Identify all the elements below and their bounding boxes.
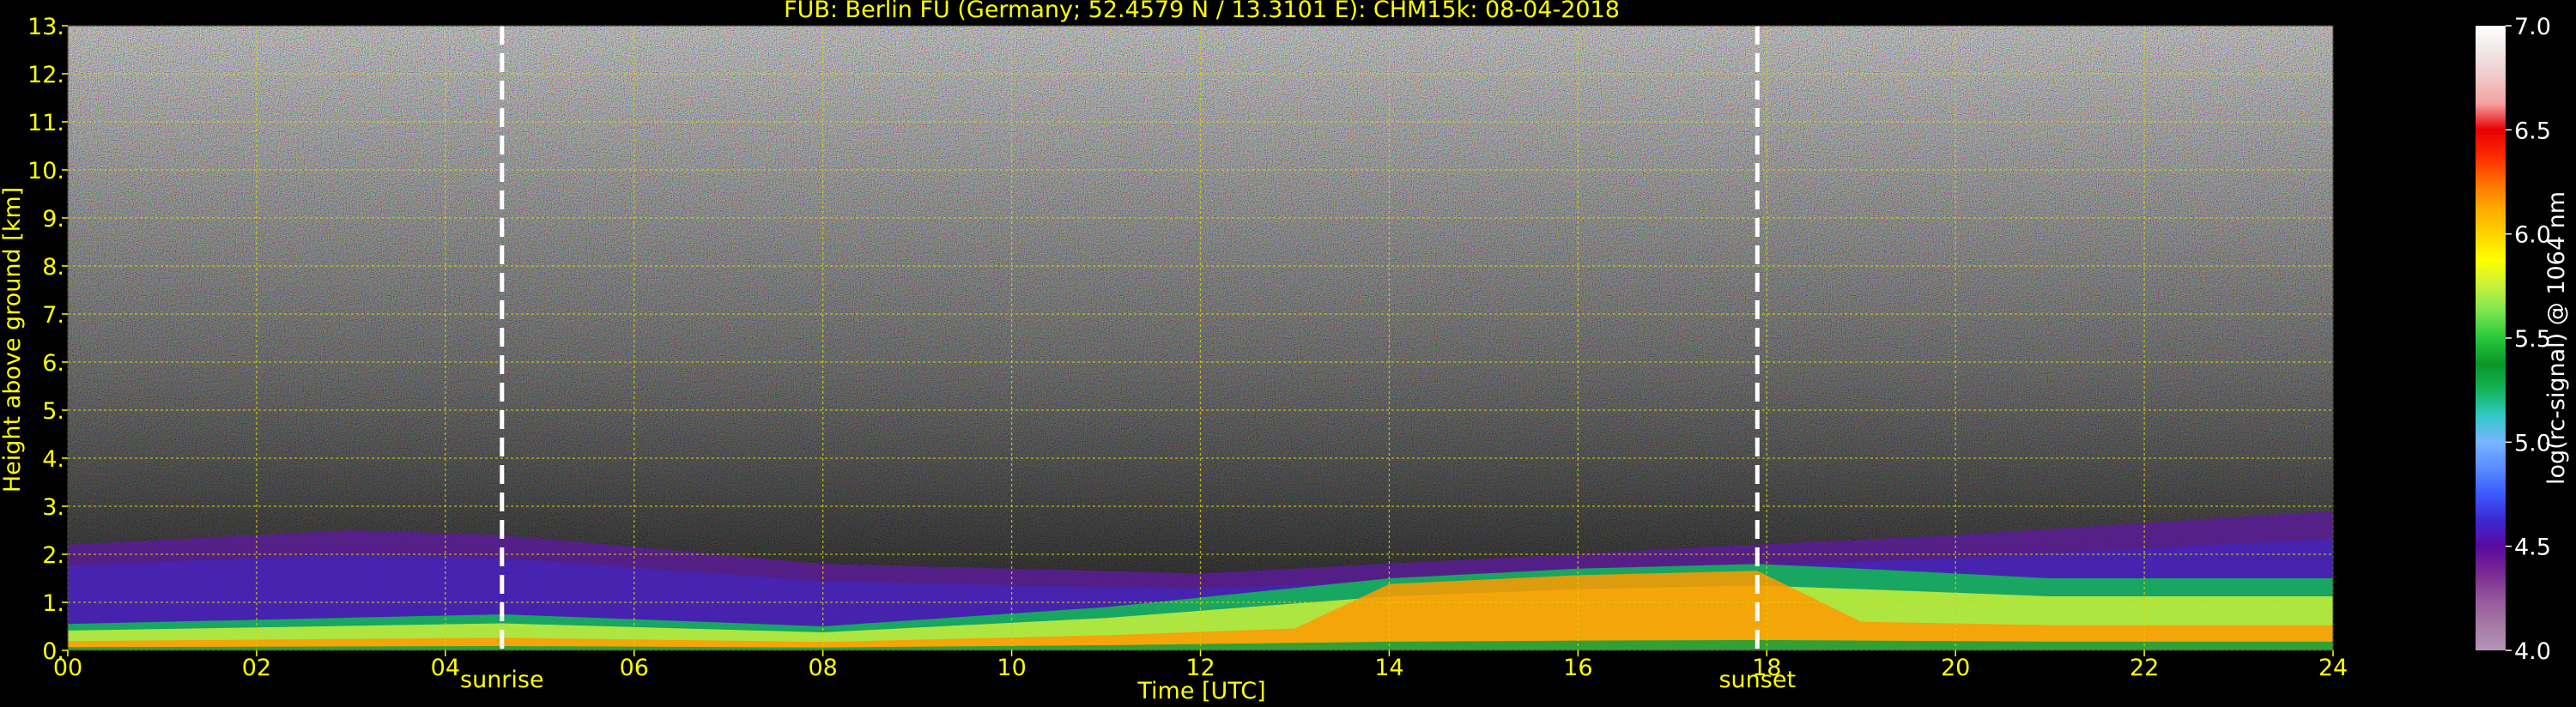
x-tick-label: 04 (431, 655, 460, 681)
colorbar-tick-label: 4.0 (2514, 638, 2551, 665)
y-tick-label: 12. (27, 62, 64, 88)
x-tick-label: 10 (997, 655, 1026, 681)
x-tick-label: 06 (620, 655, 649, 681)
x-tick-label: 16 (1563, 655, 1592, 681)
marker-label-sunrise: sunrise (460, 667, 544, 693)
y-tick-label: 5. (42, 398, 64, 425)
y-tick-label: 4. (42, 446, 64, 473)
x-tick-label: 08 (808, 655, 837, 681)
x-tick-label: 18 (1752, 655, 1781, 681)
y-tick-label: 13. (27, 14, 64, 40)
y-tick-label: 6. (42, 350, 64, 377)
y-tick-label: 1. (42, 590, 64, 617)
y-axis-label: Height above ground [km] (0, 187, 26, 492)
y-tick-label: 2. (42, 542, 64, 569)
colorbar-gradient (2476, 26, 2506, 650)
y-tick-label: 3. (42, 494, 64, 521)
y-tick-label: 0. (42, 638, 64, 665)
x-tick-label: 22 (2130, 655, 2159, 681)
y-tick-label: 10. (27, 158, 64, 184)
y-tick-label: 11. (27, 110, 64, 136)
y-tick-label: 9. (42, 206, 64, 233)
colorbar-tick-label: 7.0 (2514, 14, 2551, 40)
x-tick-label: 24 (2318, 655, 2348, 681)
colorbar-tick-label: 4.5 (2514, 535, 2551, 561)
chart-title: FUB: Berlin FU (Germany; 52.4579 N / 13.… (784, 0, 1620, 23)
colorbar: 4.04.55.05.56.06.57.0 log(rc-signal) @ 1… (2476, 14, 2570, 665)
x-tick-label: 02 (242, 655, 271, 681)
x-axis-label: Time [UTC] (1136, 678, 1265, 704)
y-tick-label: 8. (42, 254, 64, 281)
chart: sunrise sunset 00 02 04 06 08 10 12 14 16 18 20 22 24… (0, 0, 2570, 704)
y-tick-label: 7. (42, 302, 64, 329)
x-tick-label: 14 (1374, 655, 1403, 681)
colorbar-tick-label: 6.5 (2514, 118, 2551, 144)
y-axis-ticks: 0. 1. 2. 3. 4. 5. 6. 7. 8. 9. 10. 11. 12. 13. (27, 14, 68, 665)
x-tick-label: 20 (1941, 655, 1970, 681)
x-axis-ticks: 00 02 04 06 08 10 12 14 16 18 20 22 24 (53, 650, 2348, 681)
colorbar-label: log(rc-signal) @ 1064 nm (2543, 191, 2570, 485)
